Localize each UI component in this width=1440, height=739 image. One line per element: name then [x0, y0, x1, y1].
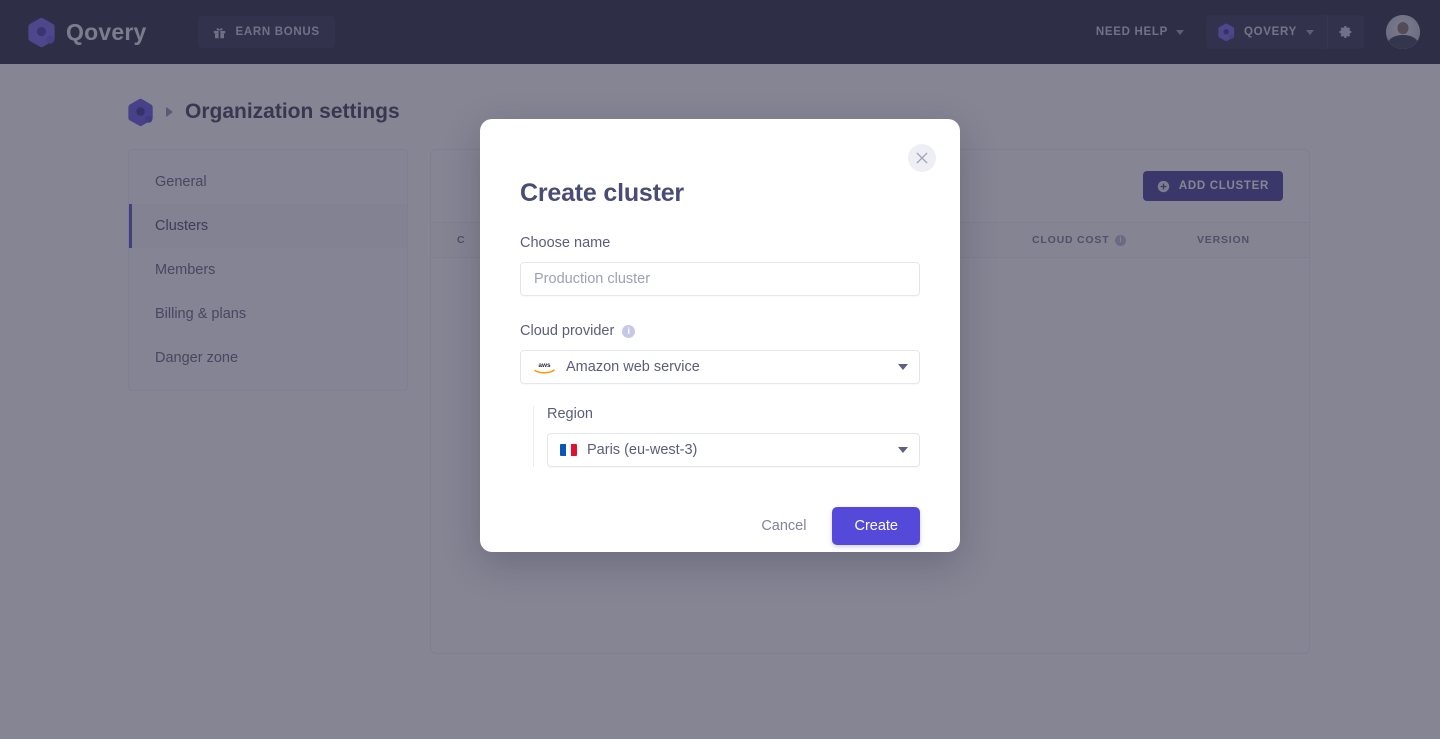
region-field-group: Region Paris (eu-west-3)	[533, 406, 920, 467]
modal-title: Create cluster	[520, 179, 684, 207]
aws-logo-icon: aws	[534, 362, 555, 373]
close-button[interactable]	[908, 144, 936, 172]
svg-text:aws: aws	[538, 362, 551, 369]
chevron-down-icon	[898, 447, 908, 453]
cloud-provider-field-group: Cloud provider i aws Amazon web service …	[520, 323, 920, 467]
name-field-label-text: Choose name	[520, 235, 611, 251]
cancel-button[interactable]: Cancel	[747, 509, 820, 543]
region-select[interactable]: Paris (eu-west-3)	[547, 433, 920, 467]
info-icon[interactable]: i	[622, 324, 636, 338]
chevron-down-icon	[898, 364, 908, 370]
cluster-name-input-placeholder: Production cluster	[534, 271, 651, 287]
create-button[interactable]: Create	[832, 507, 920, 545]
region-label: Region	[547, 406, 920, 422]
create-cluster-modal: Create cluster Choose name Production cl…	[480, 119, 960, 552]
cloud-provider-selected-value: Amazon web service	[566, 359, 700, 375]
flag-france-icon	[560, 444, 577, 456]
name-field-label: Choose name	[520, 235, 920, 251]
close-icon	[916, 152, 928, 164]
cloud-provider-select[interactable]: aws Amazon web service	[520, 350, 920, 384]
modal-actions: Cancel Create	[520, 507, 920, 545]
cloud-provider-label: Cloud provider i	[520, 323, 920, 339]
region-selected-value: Paris (eu-west-3)	[587, 442, 698, 458]
region-label-text: Region	[547, 406, 593, 422]
cloud-provider-label-text: Cloud provider	[520, 323, 615, 339]
name-field-group: Choose name Production cluster	[520, 235, 920, 296]
cluster-name-input[interactable]: Production cluster	[520, 262, 920, 296]
